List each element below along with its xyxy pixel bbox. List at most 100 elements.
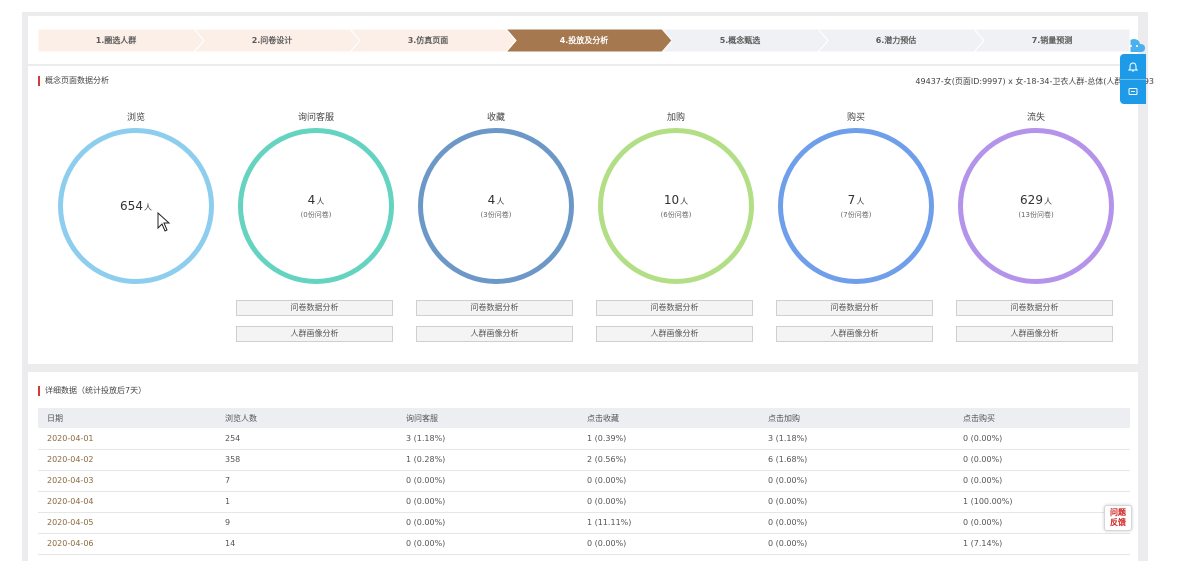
- step-6[interactable]: 6.潜力预估: [818, 29, 984, 52]
- feedback-button[interactable]: 问题 反馈: [1104, 505, 1132, 531]
- table-cell: 2020-04-06: [38, 533, 216, 555]
- metric-survey-count: (7份问卷): [840, 210, 872, 219]
- metric-count: 10人: [664, 193, 688, 207]
- table-cell: 0 (0.00%): [954, 470, 1130, 492]
- step-label: 7.销量预测: [1031, 36, 1073, 45]
- metric-unit: 人: [680, 196, 689, 206]
- metric-count-value: 4: [487, 192, 496, 207]
- metric-unit: 人: [856, 196, 865, 206]
- metric-label: 询问客服: [297, 113, 334, 123]
- column-header: 询问客服: [397, 408, 578, 428]
- concept-section-title: 概念页面数据分析: [38, 76, 109, 86]
- metric-label: 流失: [1026, 113, 1045, 123]
- crowd-portrait-button[interactable]: 人群画像分析: [416, 326, 573, 342]
- table-header-row: 日期 浏览人数 询问客服 点击收藏 点击加购 点击购买: [38, 408, 1130, 428]
- step-label: 3.仿真页面: [407, 36, 449, 45]
- page-container: 1.圈选人群 2.问卷设计 3.仿真页面 4.投放及分析 5.概念甄选 6.潜力预估 7.销…: [22, 12, 1154, 561]
- crowd-portrait-button[interactable]: 人群画像分析: [956, 326, 1113, 342]
- step-label: 5.概念甄选: [719, 36, 761, 45]
- table-cell: 0 (0.00%): [759, 533, 954, 555]
- table-cell: 2020-04-01: [38, 428, 216, 450]
- step-2[interactable]: 2.问卷设计: [194, 29, 360, 52]
- metric-count-value: 4: [307, 192, 316, 207]
- crowd-portrait-button[interactable]: 人群画像分析: [596, 326, 753, 342]
- step-progress-bar: 1.圈选人群 2.问卷设计 3.仿真页面 4.投放及分析 5.概念甄选 6.潜力预估 7.销…: [38, 29, 1131, 52]
- table-row: 2020-04-01 254 3 (1.18%) 1 (0.39%) 3 (1.18%)…: [38, 428, 1130, 450]
- column-header: 日期: [38, 408, 216, 428]
- metric-ring: 4人 (3份问卷): [418, 128, 574, 284]
- step-label: 4.投放及分析: [559, 36, 609, 45]
- table-row: 2020-04-02 358 1 (0.28%) 2 (0.56%) 6 (1.68%)…: [38, 449, 1130, 471]
- table-cell: 0 (0.00%): [759, 491, 954, 513]
- table-cell: 9: [216, 512, 397, 534]
- metric-ring: 10人 (6份问卷): [598, 128, 754, 284]
- survey-analysis-button[interactable]: 问卷数据分析: [236, 300, 393, 316]
- mouse-pointer-icon: [157, 212, 171, 232]
- feedback-label-line1: 问题: [1110, 508, 1126, 517]
- table-cell: 7: [216, 470, 397, 492]
- bell-icon[interactable]: [1120, 54, 1146, 79]
- metric-ring: 7人 (7份问卷): [778, 128, 934, 284]
- step-4[interactable]: 4.投放及分析: [506, 29, 672, 52]
- table-cell: 0 (0.00%): [759, 512, 954, 534]
- step-label: 2.问卷设计: [251, 36, 293, 45]
- table-cell: 14: [216, 533, 397, 555]
- table-cell: 2020-04-03: [38, 470, 216, 492]
- metric-ring: 4人 (0份问卷): [238, 128, 394, 284]
- crowd-portrait-button[interactable]: 人群画像分析: [776, 326, 933, 342]
- step-1[interactable]: 1.圈选人群: [38, 29, 204, 52]
- survey-analysis-button[interactable]: 问卷数据分析: [596, 300, 753, 316]
- metric-survey-count: (6份问卷): [660, 210, 692, 219]
- table-row: 2020-04-04 1 0 (0.00%) 0 (0.00%) 0 (0.00%) 1 …: [38, 491, 1130, 513]
- survey-analysis-button[interactable]: 问卷数据分析: [776, 300, 933, 316]
- table-cell: 254: [216, 428, 397, 450]
- table-cell: 0 (0.00%): [397, 512, 578, 534]
- metric-count: 629人: [1020, 193, 1052, 207]
- step-3[interactable]: 3.仿真页面: [350, 29, 516, 52]
- step-label: 6.潜力预估: [875, 36, 917, 45]
- table-cell: 358: [216, 449, 397, 471]
- table-cell: 3 (1.18%): [759, 428, 954, 450]
- metric-survey-count: (3份问卷): [480, 210, 512, 219]
- table-row: 2020-04-06 14 0 (0.00%) 0 (0.00%) 0 (0.00%) 1…: [38, 533, 1130, 555]
- step-7[interactable]: 7.销量预测: [974, 29, 1140, 52]
- survey-analysis-button[interactable]: 问卷数据分析: [956, 300, 1113, 316]
- table-cell: 6 (1.68%): [759, 449, 954, 471]
- table-cell: 1 (11.11%): [578, 512, 759, 534]
- survey-analysis-button[interactable]: 问卷数据分析: [416, 300, 573, 316]
- metric-count: 4人: [308, 193, 325, 207]
- metric-unit: 人: [143, 203, 152, 212]
- message-icon[interactable]: [1120, 79, 1146, 104]
- metric-unit: 人: [316, 196, 325, 206]
- table-cell: 0 (0.00%): [759, 470, 954, 492]
- table-cell: 0 (0.00%): [397, 491, 578, 513]
- crowd-portrait-button[interactable]: 人群画像分析: [236, 326, 393, 342]
- table-cell: 0 (0.00%): [397, 470, 578, 492]
- table-cell: 0 (0.00%): [578, 491, 759, 513]
- column-header: 点击收藏: [578, 408, 759, 428]
- metric-label: 加购: [666, 113, 685, 123]
- metric-count-value: 654: [120, 199, 143, 213]
- metric-label: 收藏: [486, 113, 505, 123]
- table-cell: 0 (0.00%): [397, 533, 578, 555]
- column-header: 点击加购: [759, 408, 954, 428]
- metric-count-value: 7: [847, 192, 856, 207]
- concept-analysis-panel: 概念页面数据分析 49437-女(页面ID:9997) x 女-18-34-卫衣…: [28, 66, 1154, 364]
- step-5[interactable]: 5.概念甄选: [662, 29, 828, 52]
- feedback-label-line2: 反馈: [1110, 518, 1126, 527]
- metric-label: 购买: [846, 113, 865, 123]
- metric-ring: 629人 (13份问卷): [958, 128, 1114, 284]
- table-cell: 2020-04-02: [38, 449, 216, 471]
- metric-count: 7人: [848, 193, 865, 207]
- metric-count-value: 629: [1020, 192, 1043, 207]
- column-header: 浏览人数: [216, 408, 397, 428]
- table-cell: 1: [216, 491, 397, 513]
- table-cell: 1 (0.28%): [397, 449, 578, 471]
- table-cell: 3 (1.18%): [397, 428, 578, 450]
- table-row: 2020-04-05 9 0 (0.00%) 1 (11.11%) 0 (0.00%) 0…: [38, 512, 1130, 534]
- table-body: 2020-04-01 254 3 (1.18%) 1 (0.39%) 3 (1.18%)…: [38, 428, 1130, 555]
- metric-unit: 人: [1043, 196, 1052, 206]
- table-cell: 2 (0.56%): [578, 449, 759, 471]
- metric-survey-count: (13份问卷): [1018, 210, 1054, 219]
- detail-section-title: 详细数据（统计投放后7天）: [38, 386, 146, 396]
